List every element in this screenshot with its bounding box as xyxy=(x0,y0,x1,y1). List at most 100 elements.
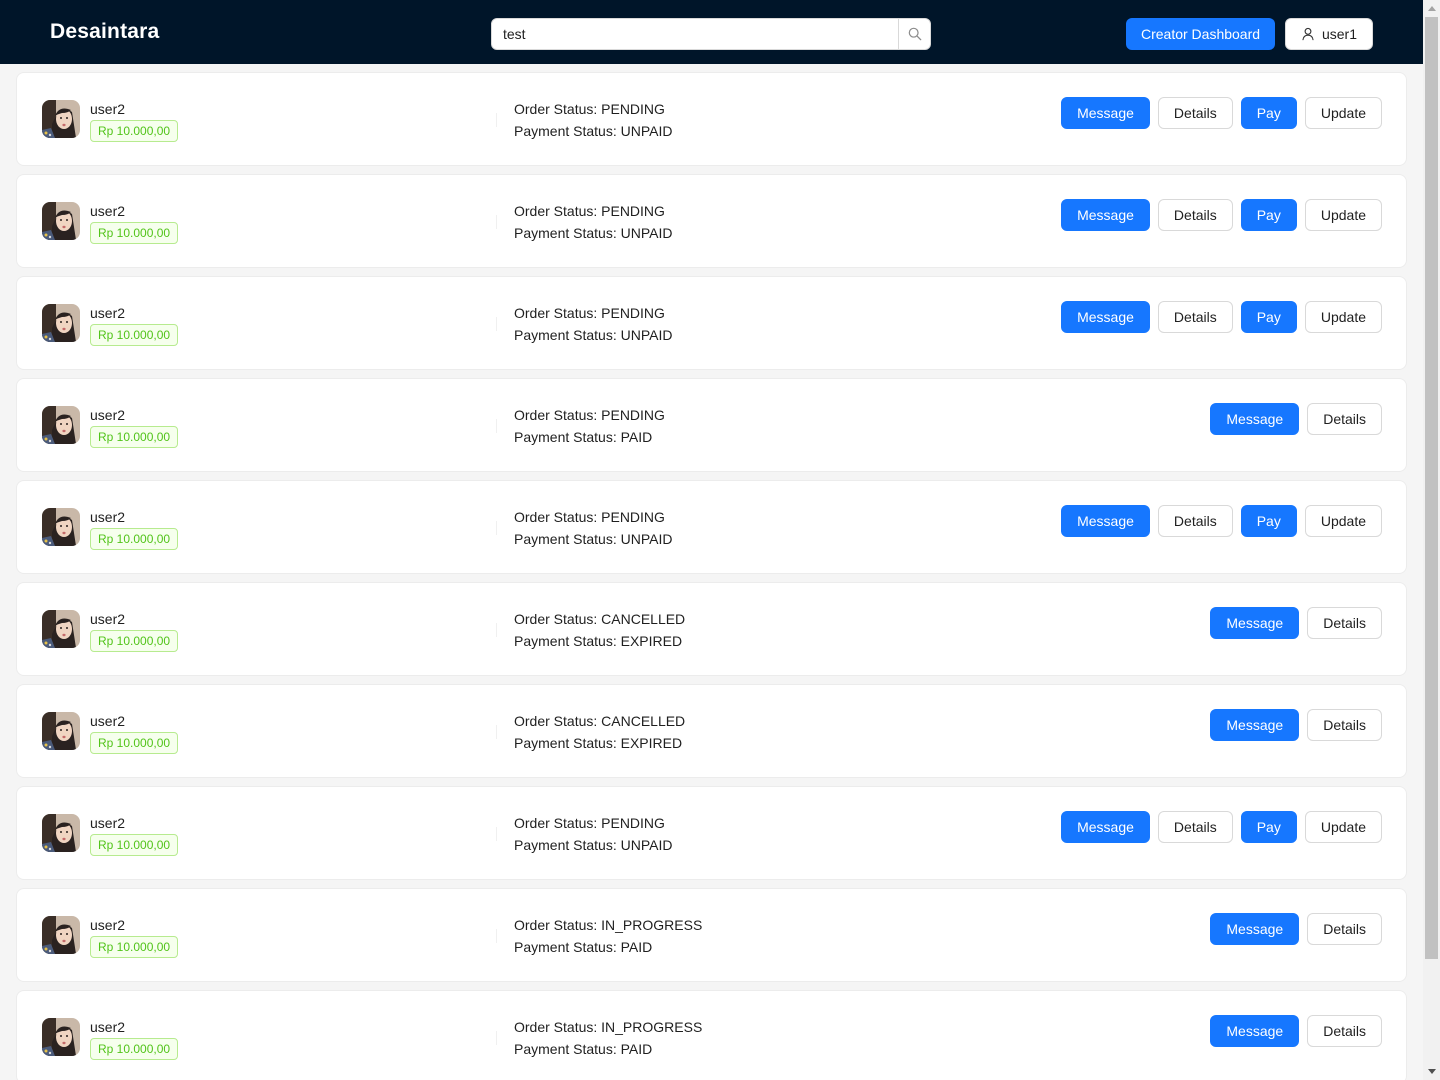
order-status: Order Status: CANCELLED xyxy=(514,713,686,729)
search-icon xyxy=(908,27,921,41)
avatar xyxy=(42,304,80,342)
price-tag: Rp 10.000,00 xyxy=(90,630,179,652)
user-menu-label: user1 xyxy=(1321,26,1358,42)
details-button[interactable]: Details xyxy=(1307,709,1382,741)
details-button[interactable]: Details xyxy=(1157,301,1233,333)
customer-username: user2 xyxy=(90,815,126,831)
update-button[interactable]: Update xyxy=(1304,301,1382,333)
vertical-divider xyxy=(496,827,497,841)
avatar xyxy=(42,712,80,750)
details-button[interactable]: Details xyxy=(1157,97,1233,129)
customer-username: user2 xyxy=(90,101,126,117)
order-status: Order Status: IN_PROGRESS xyxy=(514,1019,703,1035)
order-status: Order Status: PENDING xyxy=(514,203,665,219)
order-actions: Message Details Pay Update xyxy=(1061,301,1382,333)
payment-status: Payment Status: PAID xyxy=(514,1041,653,1057)
vertical-divider xyxy=(496,215,497,229)
user-icon xyxy=(1302,27,1314,41)
message-button[interactable]: Message xyxy=(1210,709,1300,741)
pay-button[interactable]: Pay xyxy=(1240,199,1297,231)
message-button[interactable]: Message xyxy=(1061,199,1150,231)
message-button[interactable]: Message xyxy=(1210,913,1300,945)
message-button[interactable]: Message xyxy=(1061,811,1150,843)
order-status: Order Status: CANCELLED xyxy=(514,611,686,627)
details-button[interactable]: Details xyxy=(1307,1015,1382,1047)
scrollbar-thumb[interactable] xyxy=(1425,17,1438,959)
order-card: user2 Rp 10.000,00 Order Status: PENDING… xyxy=(16,480,1407,574)
scroll-up-arrow-icon[interactable] xyxy=(1423,0,1440,17)
order-card: user2 Rp 10.000,00 Order Status: IN_PROG… xyxy=(16,888,1407,982)
price-tag: Rp 10.000,00 xyxy=(90,834,179,856)
update-button[interactable]: Update xyxy=(1304,97,1382,129)
order-list: user2 Rp 10.000,00 Order Status: PENDING… xyxy=(16,72,1407,1080)
price-tag: Rp 10.000,00 xyxy=(90,222,179,244)
customer-username: user2 xyxy=(90,203,126,219)
details-button[interactable]: Details xyxy=(1157,505,1233,537)
avatar xyxy=(42,610,80,648)
price-tag: Rp 10.000,00 xyxy=(90,1038,179,1060)
price-tag: Rp 10.000,00 xyxy=(90,324,179,346)
order-status: Order Status: PENDING xyxy=(514,305,665,321)
order-actions: Message Details xyxy=(1210,709,1382,741)
order-actions: Message Details Pay Update xyxy=(1061,97,1382,129)
price-tag: Rp 10.000,00 xyxy=(90,936,179,958)
update-button[interactable]: Update xyxy=(1304,199,1382,231)
vertical-divider xyxy=(496,623,497,637)
payment-status: Payment Status: EXPIRED xyxy=(514,633,683,649)
message-button[interactable]: Message xyxy=(1210,1015,1300,1047)
order-status: Order Status: PENDING xyxy=(514,407,665,423)
vertical-scrollbar[interactable] xyxy=(1423,0,1440,1080)
vertical-divider xyxy=(496,521,497,535)
order-card: user2 Rp 10.000,00 Order Status: PENDING… xyxy=(16,276,1407,370)
order-actions: Message Details Pay Update xyxy=(1061,811,1382,843)
vertical-divider xyxy=(496,929,497,943)
order-card: user2 Rp 10.000,00 Order Status: PENDING… xyxy=(16,378,1407,472)
order-actions: Message Details xyxy=(1210,403,1382,435)
details-button[interactable]: Details xyxy=(1157,199,1233,231)
order-actions: Message Details Pay Update xyxy=(1061,199,1382,231)
order-status: Order Status: PENDING xyxy=(514,815,665,831)
customer-username: user2 xyxy=(90,1019,126,1035)
vertical-divider xyxy=(496,1031,497,1045)
details-button[interactable]: Details xyxy=(1307,607,1382,639)
search-input[interactable] xyxy=(492,19,898,49)
order-actions: Message Details xyxy=(1210,607,1382,639)
message-button[interactable]: Message xyxy=(1210,607,1300,639)
vertical-divider xyxy=(496,113,497,127)
customer-username: user2 xyxy=(90,407,126,423)
details-button[interactable]: Details xyxy=(1307,403,1382,435)
customer-username: user2 xyxy=(90,713,126,729)
payment-status: Payment Status: EXPIRED xyxy=(514,735,683,751)
scroll-down-arrow-icon[interactable] xyxy=(1423,1063,1440,1080)
details-button[interactable]: Details xyxy=(1157,811,1233,843)
search-bar xyxy=(491,18,931,50)
update-button[interactable]: Update xyxy=(1304,811,1382,843)
avatar xyxy=(42,406,80,444)
pay-button[interactable]: Pay xyxy=(1240,301,1297,333)
update-button[interactable]: Update xyxy=(1304,505,1382,537)
payment-status: Payment Status: UNPAID xyxy=(514,531,673,547)
search-button[interactable] xyxy=(898,19,930,49)
creator-dashboard-button[interactable]: Creator Dashboard xyxy=(1126,18,1275,50)
avatar xyxy=(42,916,80,954)
user-menu-button[interactable]: user1 xyxy=(1285,18,1373,50)
avatar xyxy=(42,100,80,138)
order-card: user2 Rp 10.000,00 Order Status: PENDING… xyxy=(16,174,1407,268)
pay-button[interactable]: Pay xyxy=(1240,505,1297,537)
avatar xyxy=(42,508,80,546)
brand-logo[interactable]: Desaintara xyxy=(50,20,159,44)
pay-button[interactable]: Pay xyxy=(1240,97,1297,129)
order-card: user2 Rp 10.000,00 Order Status: IN_PROG… xyxy=(16,990,1407,1080)
message-button[interactable]: Message xyxy=(1061,301,1150,333)
order-actions: Message Details xyxy=(1210,913,1382,945)
payment-status: Payment Status: PAID xyxy=(514,429,653,445)
vertical-divider xyxy=(496,725,497,739)
details-button[interactable]: Details xyxy=(1307,913,1382,945)
message-button[interactable]: Message xyxy=(1210,403,1300,435)
order-status: Order Status: PENDING xyxy=(514,101,665,117)
pay-button[interactable]: Pay xyxy=(1240,811,1297,843)
order-card: user2 Rp 10.000,00 Order Status: CANCELL… xyxy=(16,582,1407,676)
payment-status: Payment Status: UNPAID xyxy=(514,837,673,853)
message-button[interactable]: Message xyxy=(1061,97,1150,129)
message-button[interactable]: Message xyxy=(1061,505,1150,537)
